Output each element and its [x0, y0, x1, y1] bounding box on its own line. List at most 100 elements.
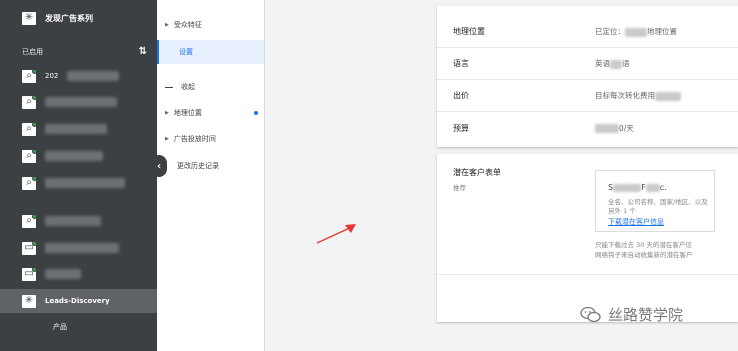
lead-form-card: 潜在客户表单 推荐 S Fc. 全名、公司名称、国家/地区、以及另外 1 个 下载…	[437, 154, 738, 322]
campaign-item[interactable]: ⌕	[22, 121, 147, 137]
nav-item-audience[interactable]: ▶ 受众特征	[157, 13, 264, 37]
redacted-text	[645, 183, 660, 192]
lead-form-fields: 全名、公司名称、国家/地区、以及另外 1 个	[608, 198, 708, 215]
active-campaign-item[interactable]: ✳ Leads-Discovery	[0, 289, 157, 313]
caret-right-icon: ▶	[165, 136, 169, 142]
nav-item-label: 地理位置	[173, 109, 202, 117]
active-campaign-name: Leads-Discovery	[45, 297, 110, 305]
lead-form-name: S Fc.	[608, 183, 667, 192]
search-campaign-icon: ⌕	[22, 121, 37, 136]
nav-collapse[interactable]: 收起	[157, 75, 264, 99]
display-campaign-icon: ▭	[22, 266, 37, 281]
status-dot	[32, 94, 37, 100]
status-dot	[32, 68, 37, 74]
setting-label: 地理位置	[453, 27, 485, 36]
account-title: 发现广告系列	[45, 13, 93, 23]
note-line: 网络钩子来自动收集新的潜在客户	[595, 251, 693, 259]
redacted-text	[45, 178, 125, 188]
lead-form-subtitle: 推荐	[453, 184, 466, 192]
value-suffix: 地理位置	[647, 27, 677, 36]
setting-value: 英语 语	[595, 58, 630, 69]
setting-value: 目标每次转化费用	[595, 90, 681, 101]
value-part: 英语	[595, 59, 610, 68]
caret-right-icon: ▶	[165, 110, 169, 116]
campaign-item[interactable]: ⌕	[22, 148, 147, 164]
annotation-arrow-icon	[316, 224, 356, 244]
search-campaign-icon: ⌕	[22, 94, 37, 109]
redacted-text	[613, 183, 642, 192]
setting-label: 出价	[453, 91, 469, 100]
status-dot	[32, 175, 37, 181]
redacted-text	[67, 71, 120, 81]
status-dot	[32, 240, 37, 246]
download-note: 只能下载过去 30 天的潜在客户信 网络钩子来自动收集新的潜在客户	[595, 240, 738, 260]
setting-value: 已定位： 地理位置	[595, 26, 677, 37]
sort-icon[interactable]: ⇅	[139, 46, 147, 57]
redacted-text	[625, 27, 647, 37]
setting-row-language[interactable]: 语言 英语 语	[437, 48, 738, 80]
redacted-text	[595, 124, 619, 133]
status-dot	[32, 121, 37, 127]
search-campaign-icon: ⌕	[22, 148, 37, 163]
collapse-icon	[165, 86, 173, 88]
search-campaign-icon: ⌕	[22, 68, 37, 83]
account-header[interactable]: ✳ 发现广告系列	[0, 6, 157, 30]
search-campaign-icon: ⌕	[22, 175, 37, 190]
status-dot	[32, 148, 37, 154]
discovery-campaign-icon: ✳	[22, 294, 36, 308]
campaign-sub-item[interactable]: 产品	[53, 322, 67, 332]
redacted-text	[45, 216, 101, 226]
value-part: 0/天	[619, 123, 634, 133]
redacted-text	[45, 243, 119, 253]
nav-item-schedule[interactable]: ▶ 广告投放时间	[157, 127, 264, 151]
nav-item-label: 广告投放时间	[173, 135, 216, 143]
name-part: F	[641, 183, 646, 192]
redacted-text	[610, 59, 622, 69]
lead-form-title: 潜在客户表单	[453, 168, 501, 177]
display-campaign-icon: ▭	[22, 240, 37, 255]
status-dot	[32, 266, 37, 272]
campaign-item[interactable]: ▭	[22, 240, 147, 256]
campaign-name: 202	[45, 72, 59, 80]
enabled-section-header: 已启用 ⇅	[22, 46, 147, 57]
unsaved-dot	[254, 111, 258, 115]
nav-item-settings[interactable]: 设置	[157, 40, 264, 64]
campaign-item[interactable]: ⌕ 202	[22, 68, 147, 84]
watermark: 丝路赞学院	[580, 304, 683, 325]
chevron-left-icon: ‹	[156, 160, 162, 172]
value-part: 目标每次转化费用	[595, 91, 655, 100]
page-nav: ▶ 受众特征 设置 收起 ▶ 地理位置 ▶ 广告投放时间 更改历史记录	[157, 0, 265, 351]
nav-item-location[interactable]: ▶ 地理位置	[157, 101, 264, 125]
nav-item-label: 受众特征	[173, 21, 202, 29]
caret-right-icon: ▶	[165, 22, 169, 28]
lead-form-preview[interactable]: S Fc. 全名、公司名称、国家/地区、以及另外 1 个 下载潜在客户信息	[595, 170, 715, 232]
nav-item-label: 设置	[179, 48, 193, 56]
campaign-item[interactable]: ⌕	[22, 94, 147, 110]
nav-item-label: 收起	[181, 83, 195, 91]
divider	[437, 274, 738, 275]
name-part: c.	[659, 183, 667, 192]
nav-item-history[interactable]: 更改历史记录	[157, 154, 264, 178]
campaign-sidebar: ✳ 发现广告系列 已启用 ⇅ ⌕ 202 ⌕ ⌕ ⌕ ⌕ ⌕ ▭ ▭ ✳ Lea…	[0, 0, 157, 351]
collapse-sidebar-button[interactable]: ‹	[151, 155, 167, 177]
search-campaign-icon: ⌕	[22, 213, 37, 228]
setting-row-bid[interactable]: 出价 目标每次转化费用	[437, 80, 738, 112]
campaign-item[interactable]: ⌕	[22, 175, 147, 191]
enabled-label: 已启用	[22, 47, 43, 56]
setting-label: 语言	[453, 59, 469, 68]
campaign-item[interactable]: ▭	[22, 266, 147, 282]
campaign-item[interactable]: ⌕	[22, 213, 147, 229]
redacted-text	[45, 97, 117, 107]
redacted-text	[45, 124, 107, 134]
wechat-icon	[580, 306, 601, 322]
nav-item-label: 更改历史记录	[177, 162, 219, 170]
redacted-text	[45, 151, 103, 161]
setting-label: 预算	[453, 123, 469, 133]
redacted-text	[45, 269, 81, 279]
download-leads-link[interactable]: 下载潜在客户信息	[608, 217, 664, 227]
value-part: 语	[622, 59, 630, 68]
setting-row-budget[interactable]: 预算 0/天	[437, 112, 738, 144]
discovery-campaign-icon: ✳	[22, 11, 36, 25]
setting-row-location[interactable]: 地理位置 已定位： 地理位置	[437, 16, 738, 48]
setting-value: 0/天	[595, 123, 634, 134]
